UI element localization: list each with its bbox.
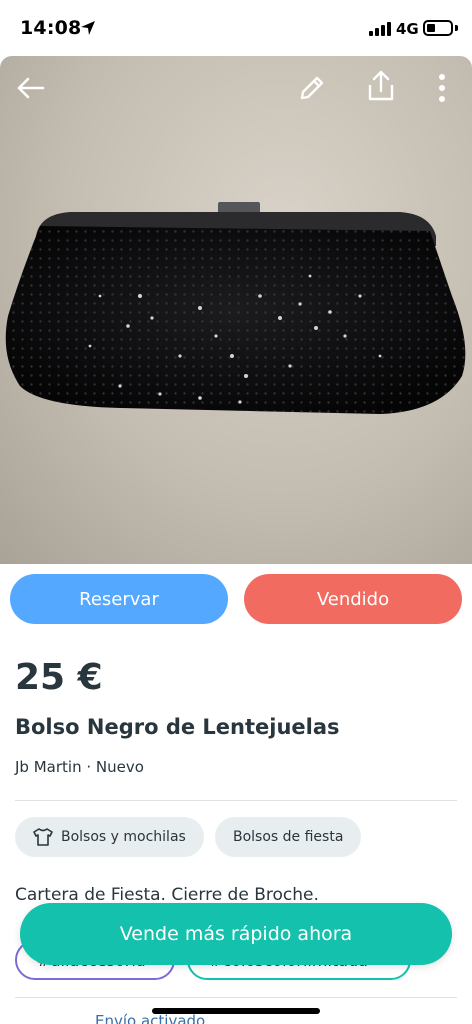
signal-icon	[369, 22, 391, 36]
more-options-button[interactable]	[422, 68, 462, 108]
category-chip[interactable]: Bolsos y mochilas	[15, 817, 204, 857]
status-time: 14:08	[20, 17, 82, 39]
subcategory-chip[interactable]: Bolsos de fiesta	[215, 817, 362, 857]
listing-actions: Reservar Vendido	[10, 574, 462, 624]
share-icon	[368, 70, 394, 101]
condition: Nuevo	[95, 758, 144, 776]
product-image-clutch	[5, 202, 466, 414]
back-arrow-icon	[17, 77, 45, 99]
reserve-button[interactable]: Reservar	[10, 574, 228, 624]
share-button[interactable]	[361, 66, 401, 106]
network-type: 4G	[396, 20, 419, 38]
brand: Jb Martin	[15, 758, 82, 776]
brand-condition: Jb Martin · Nuevo	[15, 758, 144, 776]
battery-tip	[455, 25, 458, 31]
separator: ·	[86, 758, 92, 776]
category-label: Bolsos y mochilas	[61, 829, 186, 845]
product-photo[interactable]	[0, 56, 472, 564]
edit-button[interactable]	[292, 68, 332, 108]
divider	[15, 800, 457, 801]
more-options-icon	[439, 74, 445, 102]
edit-pencil-icon	[300, 76, 324, 100]
mark-sold-button[interactable]: Vendido	[244, 574, 462, 624]
subcategory-label: Bolsos de fiesta	[233, 829, 344, 845]
status-bar: 14:08 4G	[0, 0, 472, 56]
sell-faster-button[interactable]: Vende más rápido ahora	[20, 903, 452, 965]
location-arrow-icon	[81, 21, 95, 35]
battery-icon	[423, 20, 453, 36]
listing-title: Bolso Negro de Lentejuelas	[15, 715, 340, 739]
listing-description: Cartera de Fiesta. Cierre de Broche.	[15, 885, 319, 905]
divider	[15, 997, 457, 998]
back-button[interactable]	[10, 68, 50, 108]
price: 25 €	[15, 657, 103, 698]
shirt-icon	[33, 828, 53, 846]
home-indicator[interactable]	[152, 1008, 320, 1014]
